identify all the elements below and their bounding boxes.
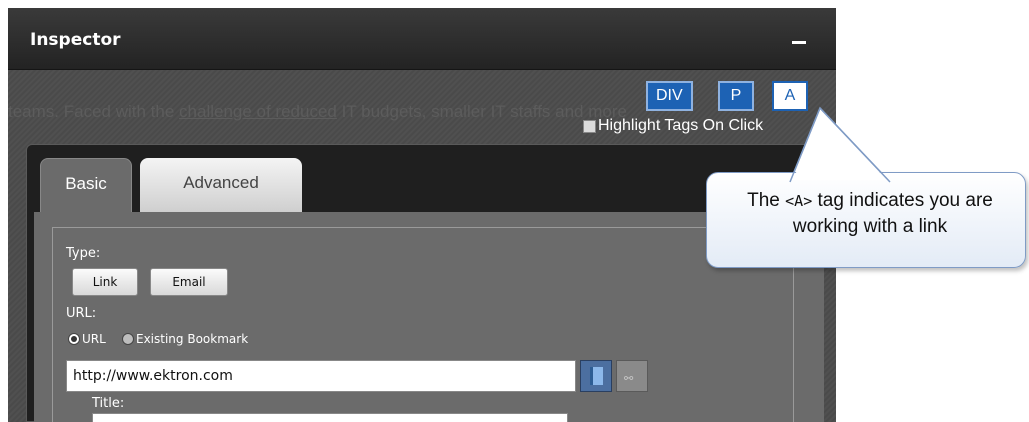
highlight-tags-checkbox[interactable] [583, 120, 596, 133]
bookmark-radio[interactable] [122, 333, 134, 345]
tag-button-div[interactable]: DIV [646, 81, 693, 111]
type-label: Type: [66, 246, 101, 261]
callout-text: The <A> tag indicates you are working wi… [722, 188, 1018, 240]
inspector-title: Inspector [30, 30, 121, 50]
link-type-button[interactable]: Link [72, 268, 138, 296]
url-radio[interactable] [68, 333, 80, 345]
highlight-tags-label: Highlight Tags On Click [598, 117, 764, 134]
tag-button-a[interactable]: A [772, 81, 808, 111]
inspector-titlebar: Inspector [8, 8, 836, 70]
link-form-box [52, 227, 794, 422]
url-label: URL: [66, 306, 97, 321]
minimize-icon [792, 41, 806, 44]
email-type-button[interactable]: Email [150, 268, 228, 296]
bookmark-radio-label: Existing Bookmark [136, 332, 249, 346]
background-text-end: IT budgets, smaller IT staffs and more [336, 102, 627, 121]
chain-link-icon: ⚯ [624, 372, 634, 385]
title-input[interactable] [92, 413, 568, 422]
url-radio-label: URL [82, 332, 106, 346]
book-icon [590, 367, 603, 385]
callout-text-end: tag indicates you are working with a lin… [792, 190, 993, 237]
background-text-start: teams. Faced with the [8, 102, 180, 121]
callout-tag-code: <A> [785, 192, 813, 210]
url-input[interactable]: http://www.ektron.com [66, 360, 576, 392]
tab-advanced[interactable]: Advanced [140, 158, 302, 212]
title-label: Title: [92, 396, 125, 411]
browse-library-button[interactable] [580, 360, 612, 392]
background-text-link: challenge of reduced [179, 102, 337, 121]
minimize-button[interactable] [788, 32, 814, 50]
background-page-text: teams. Faced with the challenge of reduc… [8, 102, 627, 122]
unlink-button[interactable]: ⚯ [616, 360, 648, 392]
callout-text-start: The [747, 190, 786, 211]
tag-button-p[interactable]: P [718, 81, 754, 111]
tab-basic[interactable]: Basic [40, 158, 132, 212]
